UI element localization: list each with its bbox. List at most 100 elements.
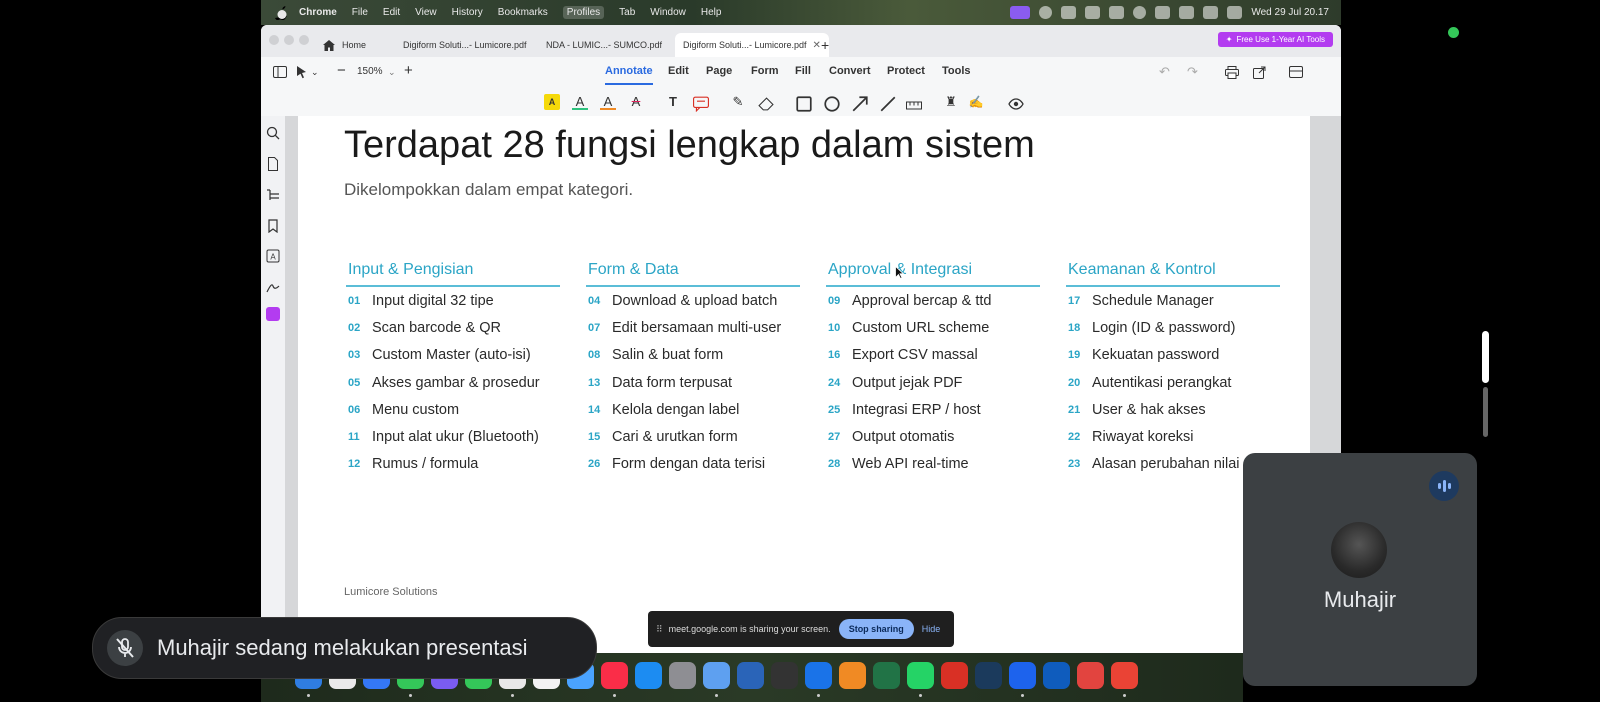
focus-icon[interactable] [1061, 6, 1077, 19]
document-viewport[interactable]: Terdapat 28 fungsi lengkap dalam sistem … [285, 116, 1341, 653]
add-circle-icon[interactable] [1039, 6, 1053, 19]
window-minimize-button[interactable] [284, 35, 294, 45]
menu-fill[interactable]: Fill [795, 65, 811, 77]
menu-profiles[interactable]: Profiles [562, 6, 605, 19]
dock-app-icon[interactable] [1043, 662, 1070, 689]
strikethrough-text-icon[interactable]: A [628, 94, 644, 110]
zoom-level[interactable]: 150% [357, 66, 383, 77]
menu-tab[interactable]: Tab [619, 7, 635, 18]
menu-protect[interactable]: Protect [887, 65, 925, 77]
tab-document-1[interactable]: Digiform Soluti...- Lumicore.pdf [403, 33, 527, 57]
bookmark-icon[interactable] [266, 219, 280, 233]
window-zoom-button[interactable] [299, 35, 309, 45]
select-pointer-icon[interactable] [296, 65, 307, 79]
menu-help[interactable]: Help [701, 7, 722, 18]
new-tab-icon[interactable]: + [821, 33, 829, 57]
side-scroll-track[interactable] [1483, 387, 1488, 437]
sidebar-toggle-icon[interactable] [273, 66, 287, 78]
menu-convert[interactable]: Convert [829, 65, 871, 77]
menubar-clock[interactable]: Wed 29 Jul 20.17 [1251, 7, 1329, 18]
tab-document-2[interactable]: NDA - LUMIC...- SUMCO.pdf [546, 33, 662, 57]
redo-icon[interactable]: ↷ [1187, 65, 1198, 79]
tab-document-active[interactable]: Digiform Soluti...- Lumicore.pdf ✕ [675, 33, 829, 57]
text-box-icon[interactable]: T [665, 94, 681, 110]
headphones-icon[interactable] [1133, 6, 1147, 19]
menu-tools[interactable]: Tools [942, 65, 971, 77]
measure-ruler-icon[interactable] [906, 97, 922, 113]
window-close-button[interactable] [269, 35, 279, 45]
dock-app-icon[interactable] [771, 662, 798, 689]
participant-tile[interactable]: Muhajir [1243, 453, 1477, 686]
zoom-dropdown-chevron-icon[interactable]: ⌄ [388, 65, 396, 79]
menu-bookmarks[interactable]: Bookmarks [498, 7, 548, 18]
dock-app-icon[interactable] [839, 662, 866, 689]
dock-app-icon[interactable] [635, 662, 662, 689]
menu-annotate[interactable]: Annotate [605, 65, 653, 85]
dock-app-icon[interactable] [737, 662, 764, 689]
comment-note-icon[interactable] [693, 96, 709, 112]
dock-app-icon[interactable] [907, 662, 934, 689]
side-scroll-handle[interactable] [1482, 331, 1489, 383]
sync-icon[interactable] [1085, 6, 1101, 19]
signature-panel-icon[interactable] [266, 280, 280, 294]
annotations-list-icon[interactable]: A [266, 249, 280, 263]
dock-app-icon[interactable] [975, 662, 1002, 689]
chevron-down-icon[interactable]: ⌄ [311, 65, 319, 79]
signature-icon[interactable]: ✍ [968, 94, 984, 110]
undo-icon[interactable]: ↶ [1159, 65, 1170, 79]
eye-visibility-icon[interactable] [1008, 96, 1024, 112]
hide-banner-button[interactable]: Hide [922, 624, 941, 634]
screen-share-status-icon[interactable] [1010, 6, 1031, 19]
layout-panel-icon[interactable] [1289, 66, 1303, 78]
stop-sharing-button[interactable]: Stop sharing [838, 619, 914, 639]
menu-form[interactable]: Form [751, 65, 779, 77]
close-tab-icon[interactable]: ✕ [813, 40, 821, 51]
cloud-icon[interactable] [1109, 6, 1125, 19]
arrow-shape-icon[interactable] [852, 96, 868, 112]
bluetooth-icon[interactable] [1155, 6, 1171, 19]
stamp-icon[interactable]: ♜ [943, 94, 959, 110]
dock-app-icon[interactable] [1009, 662, 1036, 689]
eraser-icon[interactable] [758, 96, 774, 112]
control-center-icon[interactable] [1227, 6, 1243, 19]
list-item: 19 Kekuatan password [1066, 342, 1280, 369]
circle-shape-icon[interactable] [824, 96, 840, 112]
dock-app-icon[interactable] [601, 662, 628, 689]
item-number: 04 [588, 294, 601, 307]
print-icon[interactable] [1225, 66, 1239, 79]
share-export-icon[interactable] [1253, 66, 1266, 79]
menu-view[interactable]: View [415, 7, 437, 18]
battery-icon[interactable] [1203, 6, 1219, 19]
menu-file[interactable]: File [352, 7, 368, 18]
dock-app-icon[interactable] [703, 662, 730, 689]
dock-app-icon[interactable] [873, 662, 900, 689]
menu-chrome[interactable]: Chrome [299, 7, 337, 18]
menu-edit-pdf[interactable]: Edit [668, 65, 689, 77]
menu-history[interactable]: History [452, 7, 483, 18]
squiggly-text-icon[interactable]: A [600, 94, 616, 110]
zoom-in-icon[interactable]: + [404, 63, 413, 78]
menu-page[interactable]: Page [706, 65, 732, 77]
pen-icon[interactable]: ✎ [730, 94, 746, 110]
search-icon[interactable] [266, 126, 280, 140]
page-thumbnails-icon[interactable] [266, 157, 280, 171]
rectangle-shape-icon[interactable] [796, 96, 812, 112]
dock-app-icon[interactable] [805, 662, 832, 689]
dock-app-icon[interactable] [941, 662, 968, 689]
highlight-text-icon[interactable]: A [544, 94, 560, 110]
ai-tools-promo-button[interactable]: ✦ Free Use 1-Year AI Tools [1217, 32, 1333, 47]
dock-app-icon[interactable] [669, 662, 696, 689]
zoom-out-icon[interactable]: − [337, 63, 346, 78]
dock-app-icon[interactable] [1077, 662, 1104, 689]
menu-edit[interactable]: Edit [383, 7, 400, 18]
line-shape-icon[interactable] [880, 96, 896, 112]
dock-app-icon[interactable] [1111, 662, 1138, 689]
ai-assistant-icon[interactable] [266, 307, 280, 321]
apple-icon[interactable] [275, 5, 289, 20]
drag-handle-icon[interactable]: ⠿ [656, 624, 663, 635]
tab-home[interactable]: Home [323, 33, 366, 57]
outline-icon[interactable] [266, 188, 280, 202]
underline-text-icon[interactable]: A [572, 94, 588, 110]
wifi-icon[interactable] [1179, 6, 1195, 19]
menu-window[interactable]: Window [650, 7, 686, 18]
